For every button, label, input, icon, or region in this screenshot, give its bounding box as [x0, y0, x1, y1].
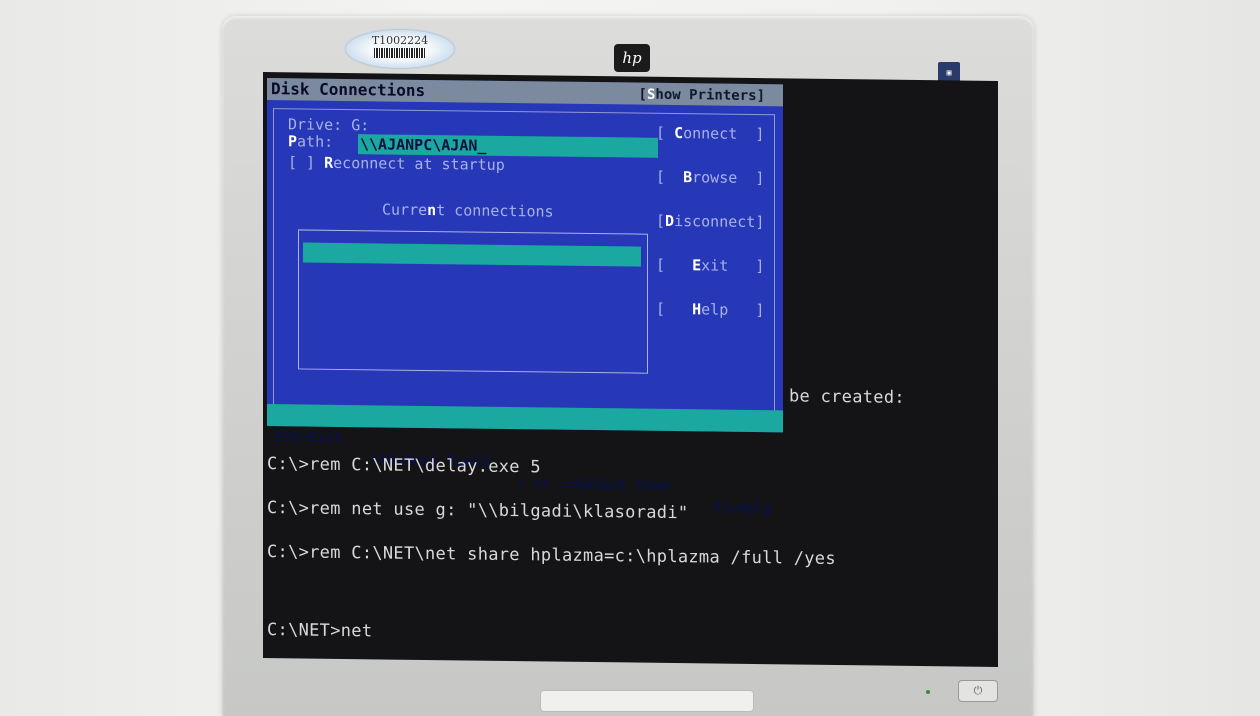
show-printers-bracket: [ — [638, 86, 647, 103]
reconnect-label: econnect at startup — [333, 153, 505, 174]
disk-connections-dialog: Disk Connections [Show Printers] Drive: … — [267, 78, 783, 517]
help-post: elp ] — [701, 300, 765, 320]
disconnect-pre: [ — [656, 211, 666, 230]
help-pre: [ — [656, 299, 693, 319]
disconnect-post: isconnect] — [674, 212, 765, 232]
monitor-control-buttons[interactable] — [540, 690, 754, 712]
disconnect-button[interactable]: [Disconnect] — [656, 212, 764, 231]
current-connections-hotkey: n — [427, 201, 437, 220]
current-connections-label: Current connections — [382, 200, 554, 220]
console-line: C:\>rem net use g: "\\bilgadi\klasoradi" — [267, 498, 689, 524]
drive-label: Drive: G: — [288, 115, 370, 135]
crt-screen: Disk Connections [Show Printers] Drive: … — [263, 72, 998, 667]
dialog-titlebar: Disk Connections [Show Printers] — [267, 78, 783, 107]
show-printers-button[interactable]: [Show Printers] — [639, 87, 765, 105]
exit-button[interactable]: [ Exit ] — [656, 256, 764, 275]
help-button[interactable]: [ Help ] — [656, 300, 764, 319]
list-item[interactable] — [303, 242, 641, 267]
exit-post: xit ] — [701, 256, 765, 276]
status-esc: ESC=Exit — [275, 429, 343, 446]
hp-logo-icon: ℎ𝑝 — [614, 44, 650, 72]
disconnect-hotkey: D — [665, 211, 675, 231]
browse-hotkey: B — [683, 168, 693, 187]
path-label-text: ath: — [297, 132, 334, 151]
reconnect-checkbox[interactable]: [ ] Reconnect at startup — [288, 153, 505, 174]
power-button[interactable]: ⏻ — [958, 680, 998, 702]
console-line: C:\>rem C:\NET\delay.exe 5 — [267, 454, 541, 478]
asset-tag-number: T1002224 — [371, 34, 429, 47]
console-line: C:\>rem C:\NET\net share hplazma=c:\hpla… — [267, 542, 836, 569]
console-partial-line: be created: — [789, 386, 905, 408]
connect-button[interactable]: [ Connect ] — [656, 124, 764, 143]
current-connections-list[interactable] — [298, 229, 648, 374]
exit-hotkey: E — [692, 256, 702, 275]
current-connections-pre: Curre — [382, 200, 428, 220]
current-connections-post: t connections — [436, 201, 554, 221]
browse-post: rowse ] — [692, 168, 765, 188]
browse-pre: [ — [656, 167, 684, 187]
asset-tag-sticker: T1002224 — [346, 30, 454, 68]
reconnect-hotkey: R — [324, 153, 334, 172]
connect-post: onnect ] — [683, 124, 765, 144]
console-prompt-line[interactable]: C:\NET>net — [267, 620, 372, 641]
dialog-title: Disk Connections — [271, 79, 426, 100]
status-f1: F1=Help — [713, 500, 773, 518]
dialog-inner-frame: Drive: G: Path: \\AJANPC\AJAN_ [ ] Recon… — [273, 108, 775, 419]
browse-button[interactable]: [ Browse ] — [656, 168, 764, 187]
path-hotkey: P — [288, 132, 298, 151]
exit-pre: [ — [656, 255, 693, 275]
connect-pre: [ — [656, 123, 675, 143]
power-led-icon — [926, 690, 930, 694]
connect-hotkey: C — [674, 124, 684, 143]
reconnect-checkbox-box: [ ] — [288, 153, 325, 172]
show-printers-label: how Printers] — [655, 86, 765, 105]
path-label: Path: — [288, 132, 333, 151]
help-hotkey: H — [692, 300, 702, 319]
barcode-icon — [374, 48, 426, 58]
